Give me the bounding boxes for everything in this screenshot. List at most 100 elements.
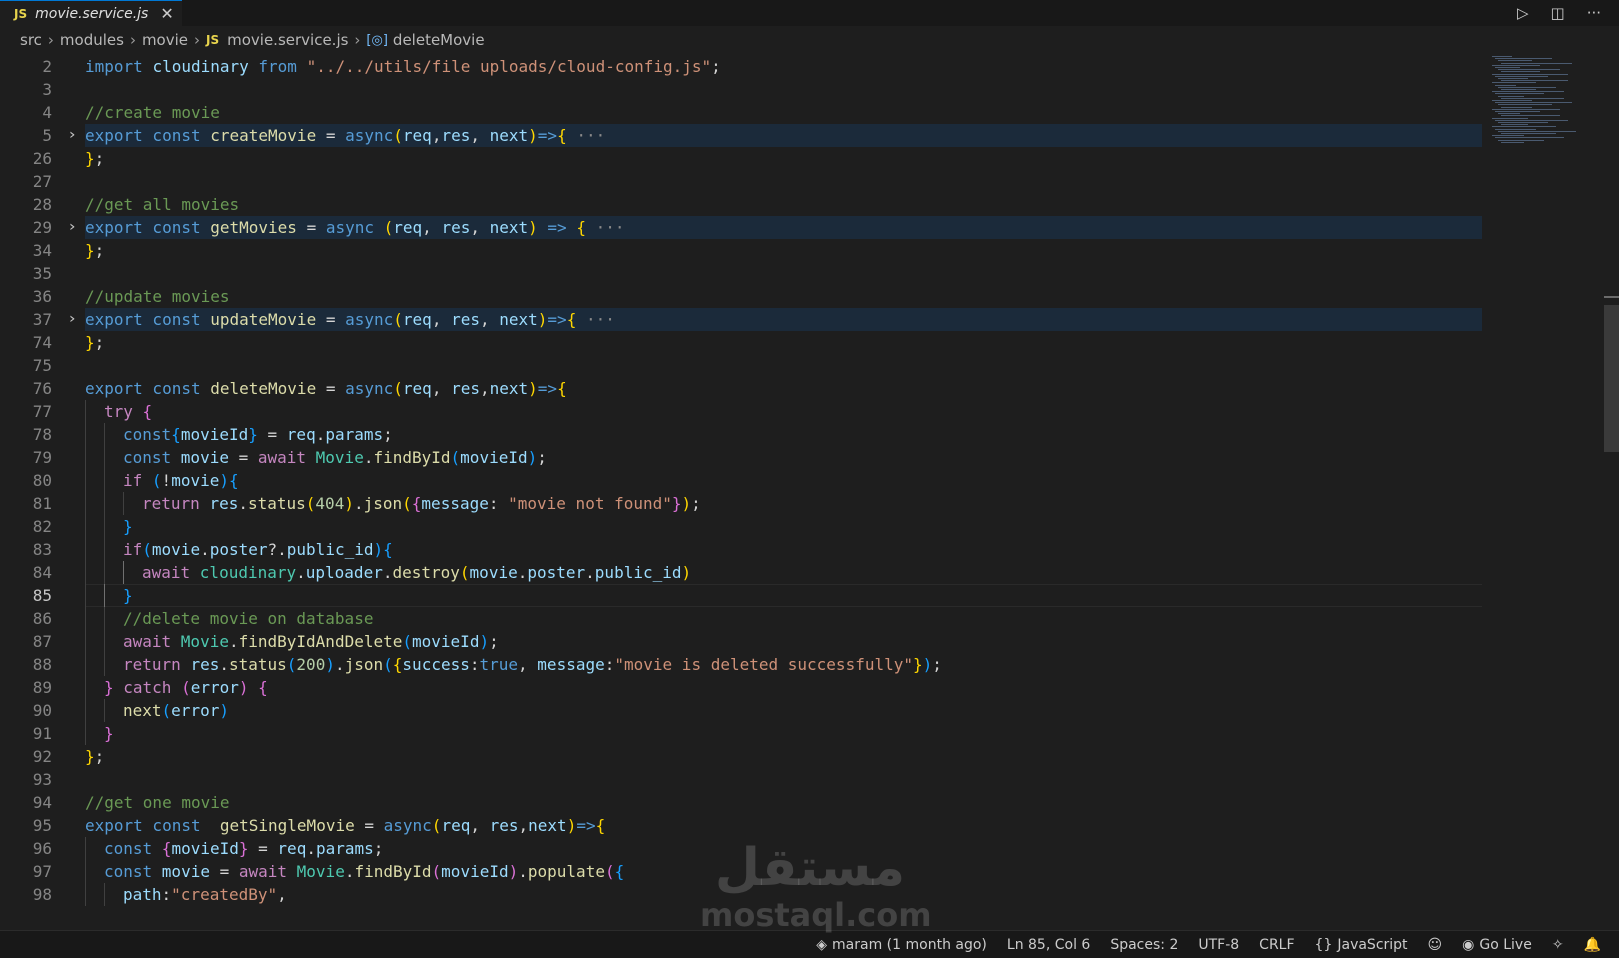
line-number[interactable]: 90 xyxy=(0,699,52,722)
line-number[interactable]: 82 xyxy=(0,515,52,538)
code-line[interactable]: 5 › export const createMovie = async(req,r… xyxy=(0,124,1490,147)
fold-chevron-icon[interactable]: › xyxy=(62,216,81,239)
line-number[interactable]: 27 xyxy=(0,170,52,193)
vertical-scrollbar[interactable] xyxy=(1604,56,1619,930)
code-text[interactable] xyxy=(85,354,1482,377)
code-line[interactable]: 78 const{movieId} = req.params; xyxy=(0,423,1490,446)
line-number[interactable]: 28 xyxy=(0,193,52,216)
code-text[interactable]: //get one movie xyxy=(85,791,1482,814)
breadcrumb-src[interactable]: src xyxy=(20,31,42,49)
code-text[interactable] xyxy=(85,170,1482,193)
line-number[interactable]: 97 xyxy=(0,860,52,883)
line-number[interactable]: 91 xyxy=(0,722,52,745)
code-text[interactable]: //delete movie on database xyxy=(85,607,1482,630)
line-number[interactable]: 87 xyxy=(0,630,52,653)
encoding[interactable]: UTF-8 xyxy=(1198,937,1239,953)
line-number[interactable]: 86 xyxy=(0,607,52,630)
tab-movie-service[interactable]: JS movie.service.js ✕ xyxy=(0,0,182,26)
code-line[interactable]: 93 xyxy=(0,768,1490,791)
code-line[interactable]: 95 export const getSingleMovie = async(re… xyxy=(0,814,1490,837)
line-number[interactable]: 98 xyxy=(0,883,52,906)
run-icon[interactable]: ▷ xyxy=(1517,4,1529,22)
code-line[interactable]: 88 return res.status(200).json({success:t… xyxy=(0,653,1490,676)
code-line[interactable]: 84 await cloudinary.uploader.destroy(movi… xyxy=(0,561,1490,584)
scrollbar-thumb[interactable] xyxy=(1604,305,1619,452)
breadcrumb-symbol[interactable]: deleteMovie xyxy=(393,31,485,49)
line-ending[interactable]: CRLF xyxy=(1259,937,1294,953)
line-number[interactable]: 35 xyxy=(0,262,52,285)
code-line[interactable]: 26}; xyxy=(0,147,1490,170)
line-number[interactable]: 79 xyxy=(0,446,52,469)
code-line[interactable]: 3 xyxy=(0,78,1490,101)
code-line[interactable]: 76 export const deleteMovie = async(req, … xyxy=(0,377,1490,400)
fold-chevron-icon[interactable]: › xyxy=(62,124,81,147)
code-line[interactable]: 74}; xyxy=(0,331,1490,354)
code-line[interactable]: 35 xyxy=(0,262,1490,285)
line-number[interactable]: 4 xyxy=(0,101,52,124)
code-line[interactable]: 36 //update movies xyxy=(0,285,1490,308)
code-text[interactable]: const movie = await Movie.findById(movie… xyxy=(85,446,1482,469)
line-number[interactable]: 96 xyxy=(0,837,52,860)
line-number[interactable]: 76 xyxy=(0,377,52,400)
line-number[interactable]: 29 xyxy=(0,216,52,239)
code-line[interactable]: 83 if(movie.poster?.public_id){ xyxy=(0,538,1490,561)
line-number[interactable]: 2 xyxy=(0,56,52,78)
code-text[interactable]: import cloudinary from "../../utils/file… xyxy=(85,56,1482,78)
line-number[interactable]: 89 xyxy=(0,676,52,699)
line-number[interactable]: 94 xyxy=(0,791,52,814)
code-text[interactable]: }; xyxy=(85,147,1482,170)
line-number[interactable]: 75 xyxy=(0,354,52,377)
code-text[interactable]: }; xyxy=(85,239,1482,262)
code-text[interactable]: } catch (error) { xyxy=(85,676,1482,699)
code-text[interactable]: try { xyxy=(85,400,1482,423)
code-line[interactable]: 27 xyxy=(0,170,1490,193)
line-number[interactable]: 88 xyxy=(0,653,52,676)
line-number[interactable]: 83 xyxy=(0,538,52,561)
code-line[interactable]: 85} xyxy=(0,584,1490,607)
minimap[interactable] xyxy=(1490,56,1600,156)
line-number[interactable]: 74 xyxy=(0,331,52,354)
code-text[interactable]: const{movieId} = req.params; xyxy=(85,423,1482,446)
code-line[interactable]: 4 //create movie xyxy=(0,101,1490,124)
line-number[interactable]: 34 xyxy=(0,239,52,262)
line-number[interactable]: 3 xyxy=(0,78,52,101)
code-text[interactable]: if (!movie){ xyxy=(85,469,1482,492)
fold-chevron-icon[interactable]: › xyxy=(62,308,81,331)
code-text[interactable]: }; xyxy=(85,331,1482,354)
code-text[interactable]: export const updateMovie = async(req, re… xyxy=(85,308,1482,331)
code-line[interactable]: 94 //get one movie xyxy=(0,791,1490,814)
breadcrumb-modules[interactable]: modules xyxy=(60,31,124,49)
code-text[interactable]: } xyxy=(85,584,1482,607)
code-text[interactable] xyxy=(85,768,1482,791)
code-line[interactable]: 34}; xyxy=(0,239,1490,262)
more-actions-icon[interactable]: ··· xyxy=(1587,4,1601,22)
code-line[interactable]: 29 › export const getMovies = async (req, … xyxy=(0,216,1490,239)
split-editor-icon[interactable]: ◫ xyxy=(1551,4,1565,22)
line-number[interactable]: 78 xyxy=(0,423,52,446)
line-number[interactable]: 84 xyxy=(0,561,52,584)
code-line[interactable]: 86 //delete movie on database xyxy=(0,607,1490,630)
line-number[interactable]: 93 xyxy=(0,768,52,791)
line-number[interactable]: 85 xyxy=(0,584,52,607)
code-line[interactable]: 79 const movie = await Movie.findById(mov… xyxy=(0,446,1490,469)
code-text[interactable]: if(movie.poster?.public_id){ xyxy=(85,538,1482,561)
language-mode[interactable]: {} JavaScript xyxy=(1315,937,1408,953)
code-line[interactable]: 89 } catch (error) { xyxy=(0,676,1490,699)
breadcrumb-file[interactable]: movie.service.js xyxy=(227,31,348,49)
cursor-position[interactable]: Ln 85, Col 6 xyxy=(1007,937,1090,953)
code-text[interactable]: return res.status(200).json({success:tru… xyxy=(85,653,1482,676)
code-text[interactable]: //update movies xyxy=(85,285,1482,308)
code-text[interactable]: //get all movies xyxy=(85,193,1482,216)
code-editor[interactable]: 2 import cloudinary from "../../utils/fil… xyxy=(0,56,1490,930)
code-line[interactable]: 87 await Movie.findByIdAndDelete(movieId)… xyxy=(0,630,1490,653)
code-text[interactable]: //create movie xyxy=(85,101,1482,124)
line-number[interactable]: 80 xyxy=(0,469,52,492)
code-line[interactable]: 28 //get all movies xyxy=(0,193,1490,216)
copilot-icon[interactable]: ☺ xyxy=(1428,937,1443,953)
code-text[interactable]: return res.status(404).json({message: "m… xyxy=(85,492,1482,515)
line-number[interactable]: 5 xyxy=(0,124,52,147)
code-text[interactable]: await cloudinary.uploader.destroy(movie.… xyxy=(85,561,1482,584)
code-line[interactable]: 91} xyxy=(0,722,1490,745)
bell-icon[interactable]: 🔔 xyxy=(1584,937,1601,953)
code-line[interactable]: 81 return res.status(404).json({message: … xyxy=(0,492,1490,515)
